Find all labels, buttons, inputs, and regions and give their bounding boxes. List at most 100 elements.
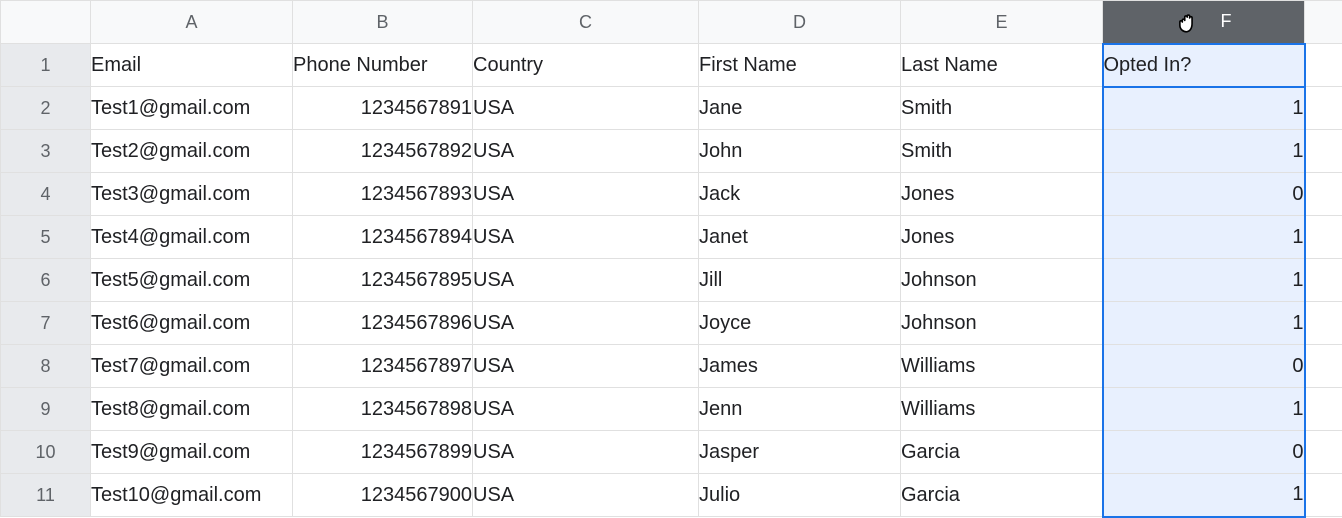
cell[interactable]: Garcia: [901, 474, 1103, 517]
cell[interactable]: 1234567898: [293, 388, 473, 431]
cell[interactable]: [1305, 259, 1342, 302]
cell[interactable]: USA: [473, 431, 699, 474]
cell[interactable]: [1305, 130, 1342, 173]
cell[interactable]: 1234567899: [293, 431, 473, 474]
cell[interactable]: [1305, 431, 1342, 474]
select-all-corner[interactable]: [1, 1, 91, 44]
cell[interactable]: James: [699, 345, 901, 388]
cell[interactable]: 1234567891: [293, 87, 473, 130]
cell[interactable]: 1: [1103, 130, 1305, 173]
row-header-9[interactable]: 9: [1, 388, 91, 431]
cell[interactable]: 0: [1103, 173, 1305, 216]
column-header-extra[interactable]: [1305, 1, 1342, 44]
cell[interactable]: Garcia: [901, 431, 1103, 474]
cell[interactable]: USA: [473, 130, 699, 173]
cell[interactable]: Jill: [699, 259, 901, 302]
row-header-1[interactable]: 1: [1, 44, 91, 87]
cell[interactable]: Test8@gmail.com: [91, 388, 293, 431]
row-header-10[interactable]: 10: [1, 431, 91, 474]
column-header-e[interactable]: E: [901, 1, 1103, 44]
row-header-11[interactable]: 11: [1, 474, 91, 517]
cell[interactable]: [1305, 345, 1342, 388]
cell[interactable]: Johnson: [901, 259, 1103, 302]
cell[interactable]: Test10@gmail.com: [91, 474, 293, 517]
cell[interactable]: Williams: [901, 388, 1103, 431]
column-header-d[interactable]: D: [699, 1, 901, 44]
cell[interactable]: [1305, 87, 1342, 130]
cell-c1[interactable]: Country: [473, 44, 699, 87]
column-header-c[interactable]: C: [473, 1, 699, 44]
cell[interactable]: 1234567895: [293, 259, 473, 302]
row-header-7[interactable]: 7: [1, 302, 91, 345]
cell-a1[interactable]: Email: [91, 44, 293, 87]
cell[interactable]: Williams: [901, 345, 1103, 388]
cell[interactable]: 1234567892: [293, 130, 473, 173]
cell[interactable]: USA: [473, 302, 699, 345]
row-header-4[interactable]: 4: [1, 173, 91, 216]
cell[interactable]: Test4@gmail.com: [91, 216, 293, 259]
cell[interactable]: Julio: [699, 474, 901, 517]
cell[interactable]: 0: [1103, 345, 1305, 388]
cell[interactable]: USA: [473, 87, 699, 130]
column-label: B: [376, 12, 388, 32]
cell[interactable]: [1305, 302, 1342, 345]
cell[interactable]: Test6@gmail.com: [91, 302, 293, 345]
cell[interactable]: USA: [473, 259, 699, 302]
cell[interactable]: Test1@gmail.com: [91, 87, 293, 130]
cell-g1[interactable]: [1305, 44, 1342, 87]
cell[interactable]: Jack: [699, 173, 901, 216]
cell[interactable]: Joyce: [699, 302, 901, 345]
cell[interactable]: Jenn: [699, 388, 901, 431]
cell[interactable]: 1234567897: [293, 345, 473, 388]
cell[interactable]: [1305, 474, 1342, 517]
row-header-2[interactable]: 2: [1, 87, 91, 130]
cell[interactable]: USA: [473, 173, 699, 216]
cell-text: First Name: [699, 54, 797, 76]
cell[interactable]: Janet: [699, 216, 901, 259]
cell[interactable]: 1: [1103, 216, 1305, 259]
cell[interactable]: [1305, 216, 1342, 259]
table-row: 4 Test3@gmail.com 1234567893 USA Jack Jo…: [1, 173, 1342, 216]
cell[interactable]: USA: [473, 345, 699, 388]
cell[interactable]: Test9@gmail.com: [91, 431, 293, 474]
cell[interactable]: Johnson: [901, 302, 1103, 345]
cell[interactable]: 1234567896: [293, 302, 473, 345]
cell[interactable]: 1: [1103, 87, 1305, 130]
cell[interactable]: Jane: [699, 87, 901, 130]
cell[interactable]: Test2@gmail.com: [91, 130, 293, 173]
cell-b1[interactable]: Phone Number: [293, 44, 473, 87]
cell[interactable]: 1234567893: [293, 173, 473, 216]
cell[interactable]: Test5@gmail.com: [91, 259, 293, 302]
spreadsheet-grid[interactable]: A B C D E F 1 Email Phone Number Country…: [0, 0, 1342, 518]
row-header-8[interactable]: 8: [1, 345, 91, 388]
cell[interactable]: 1: [1103, 302, 1305, 345]
cell[interactable]: 0: [1103, 431, 1305, 474]
cell-d1[interactable]: First Name: [699, 44, 901, 87]
cell[interactable]: Smith: [901, 130, 1103, 173]
cell[interactable]: USA: [473, 388, 699, 431]
cell[interactable]: USA: [473, 216, 699, 259]
cell[interactable]: 1: [1103, 474, 1305, 517]
row-header-5[interactable]: 5: [1, 216, 91, 259]
cell[interactable]: USA: [473, 474, 699, 517]
row-header-6[interactable]: 6: [1, 259, 91, 302]
column-header-b[interactable]: B: [293, 1, 473, 44]
row-header-3[interactable]: 3: [1, 130, 91, 173]
cell[interactable]: Test7@gmail.com: [91, 345, 293, 388]
cell-e1[interactable]: Last Name: [901, 44, 1103, 87]
cell[interactable]: [1305, 173, 1342, 216]
cell[interactable]: Jasper: [699, 431, 901, 474]
cell[interactable]: 1234567894: [293, 216, 473, 259]
cell[interactable]: Jones: [901, 216, 1103, 259]
cell[interactable]: Test3@gmail.com: [91, 173, 293, 216]
cell[interactable]: 1: [1103, 388, 1305, 431]
column-header-a[interactable]: A: [91, 1, 293, 44]
cell[interactable]: Jones: [901, 173, 1103, 216]
cell-f1[interactable]: Opted In?: [1103, 44, 1305, 87]
column-header-f[interactable]: F: [1103, 1, 1305, 44]
cell[interactable]: [1305, 388, 1342, 431]
cell[interactable]: 1234567900: [293, 474, 473, 517]
cell[interactable]: John: [699, 130, 901, 173]
cell[interactable]: 1: [1103, 259, 1305, 302]
cell[interactable]: Smith: [901, 87, 1103, 130]
